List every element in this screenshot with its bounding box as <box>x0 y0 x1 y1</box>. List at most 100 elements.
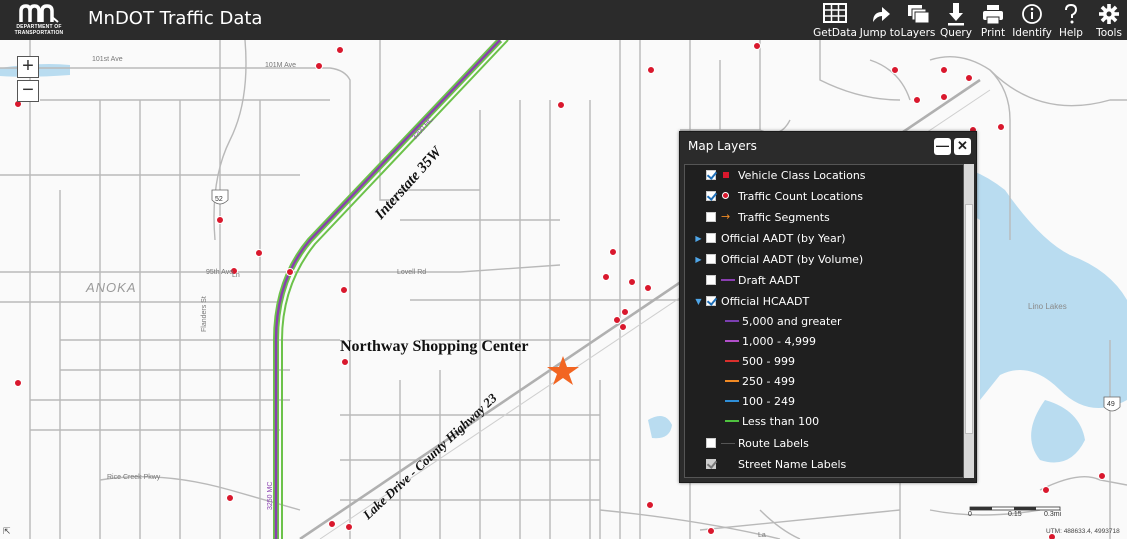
layers-list[interactable]: Vehicle Class Locations Traffic Count Lo… <box>684 164 964 478</box>
tools-label: Tools <box>1096 27 1122 39</box>
download-arrow-icon <box>948 3 964 26</box>
street-label-ln: Ln <box>232 272 240 279</box>
lino-lakes-label: Lino Lakes <box>1028 302 1067 311</box>
layer-checkbox[interactable] <box>706 296 716 306</box>
top-bar: DEPARTMENT OF TRANSPORTATION MnDOT Traff… <box>0 0 1127 40</box>
print-button[interactable]: Print <box>978 0 1008 40</box>
map-view[interactable]: 3200 HC 3250 MC Interstate 35W Lake Driv… <box>0 40 1127 539</box>
legend-swatch <box>725 340 739 342</box>
red-square-icon <box>721 170 735 180</box>
layer-label: Street Name Labels <box>738 457 847 471</box>
tools-button[interactable]: Tools <box>1094 0 1124 40</box>
shield-52-label: 52 <box>215 196 223 203</box>
legend-label: 1,000 - 4,999 <box>742 334 816 348</box>
layer-row-traffic-segments[interactable]: → Traffic Segments <box>685 207 963 227</box>
help-label: Help <box>1059 27 1083 39</box>
layer-label: Official AADT (by Volume) <box>721 252 864 266</box>
layer-row-traffic-count[interactable]: Traffic Count Locations <box>685 186 963 206</box>
app-title: MnDOT Traffic Data <box>88 8 263 29</box>
legend-swatch <box>725 400 739 402</box>
shield-49-label: 49 <box>1107 401 1115 408</box>
layer-row-aadt-year[interactable]: ▶ Official AADT (by Year) <box>685 228 963 248</box>
legend-swatch <box>725 360 739 362</box>
anoka-city-label: ANOKA <box>86 280 137 295</box>
layer-checkbox[interactable] <box>706 212 716 222</box>
logo-text: DEPARTMENT OF TRANSPORTATION <box>5 24 73 36</box>
layers-button[interactable]: Layers <box>900 0 936 40</box>
layers-label: Layers <box>900 27 936 39</box>
layer-checkbox[interactable] <box>706 233 716 243</box>
getdata-label: GetData <box>813 27 857 39</box>
layer-row-route-labels[interactable]: Route Labels <box>685 433 963 453</box>
street-label-95th: 95th Ave <box>206 269 234 276</box>
expand-corner-icon[interactable]: ⇱ <box>3 526 11 537</box>
legend-row: 250 - 499 <box>685 371 963 391</box>
lake-water-2 <box>1031 400 1085 463</box>
query-label: Query <box>940 27 972 39</box>
layer-checkbox[interactable] <box>706 170 716 180</box>
legend-row: 100 - 249 <box>685 391 963 411</box>
pond-water <box>648 416 672 439</box>
layer-row-draft-aadt[interactable]: Draft AADT <box>685 270 963 290</box>
zoom-out-button[interactable]: − <box>17 80 39 102</box>
layers-scrollbar[interactable] <box>964 164 974 478</box>
layers-panel-title: Map Layers <box>688 139 757 153</box>
scale-label-mid: 0.15 <box>1008 511 1022 518</box>
zoom-in-button[interactable]: + <box>17 56 39 78</box>
close-button[interactable]: ✕ <box>954 138 971 155</box>
shopping-center-label: Northway Shopping Center <box>340 338 529 355</box>
legend-row: 5,000 and greater <box>685 311 963 331</box>
street-label-101m: 101M Ave <box>265 62 297 69</box>
red-circle-icon <box>721 191 735 201</box>
street-label-101st: 101st Ave <box>92 56 123 63</box>
legend-label: 250 - 499 <box>742 374 795 388</box>
legend-swatch <box>725 320 739 322</box>
mn-logo-icon <box>19 4 59 23</box>
map-layers-panel[interactable]: Map Layers — ✕ Vehicle Class Locations T… <box>679 131 977 483</box>
gear-icon <box>1099 4 1119 24</box>
legend-label: 5,000 and greater <box>742 314 842 328</box>
getdata-button[interactable]: GetData <box>813 0 857 40</box>
layer-checkbox[interactable] <box>706 275 716 285</box>
legend-label: 100 - 249 <box>742 394 795 408</box>
expand-arrow-icon[interactable]: ▶ <box>694 255 703 264</box>
print-label: Print <box>980 27 1006 39</box>
flanders-label: Flanders St <box>201 296 208 332</box>
interstate-35w-label: Interstate 35W <box>371 143 446 224</box>
scale-bar <box>969 506 1061 511</box>
collapse-arrow-icon[interactable]: ▼ <box>694 297 703 306</box>
help-button[interactable]: Help <box>1057 0 1085 40</box>
layer-label: Official AADT (by Year) <box>721 231 846 245</box>
orange-arrow-icon: → <box>721 210 731 223</box>
purple-line-icon <box>721 279 735 281</box>
jumpto-button[interactable]: Jump to <box>860 0 900 40</box>
layer-row-street-names[interactable]: Street Name Labels <box>685 454 963 474</box>
layer-row-vehicle-class[interactable]: Vehicle Class Locations <box>685 165 963 185</box>
layer-checkbox[interactable] <box>706 191 716 201</box>
legend-row: Less than 100 <box>685 411 963 431</box>
legend-swatch <box>725 380 739 382</box>
street-label-la: La <box>758 532 766 539</box>
layer-row-aadt-volume[interactable]: ▶ Official AADT (by Volume) <box>685 249 963 269</box>
legend-label: 500 - 999 <box>742 354 795 368</box>
lake-drive-label: Lake Drive - County Highway 23 <box>359 390 500 523</box>
table-icon <box>823 3 847 23</box>
layer-label: Official HCAADT <box>721 294 810 308</box>
mndot-logo: DEPARTMENT OF TRANSPORTATION <box>5 3 73 37</box>
interstate-volume-label-2: 3250 MC <box>267 482 274 510</box>
interstate-35w <box>273 40 509 539</box>
layer-checkbox[interactable] <box>706 459 716 469</box>
layer-label: Traffic Segments <box>738 210 830 224</box>
identify-button[interactable]: Identify <box>1012 0 1052 40</box>
layer-label: Route Labels <box>738 436 809 450</box>
expand-arrow-icon[interactable]: ▶ <box>694 234 703 243</box>
minimize-button[interactable]: — <box>934 138 951 155</box>
layer-label: Vehicle Class Locations <box>738 168 866 182</box>
layer-row-hcaadt[interactable]: ▼ Official HCAADT <box>685 291 963 311</box>
layer-checkbox[interactable] <box>706 438 716 448</box>
legend-row: 1,000 - 4,999 <box>685 331 963 351</box>
scrollbar-thumb[interactable] <box>965 204 973 434</box>
scale-label-0: 0 <box>968 511 972 518</box>
layer-checkbox[interactable] <box>706 254 716 264</box>
query-button[interactable]: Query <box>938 0 974 40</box>
